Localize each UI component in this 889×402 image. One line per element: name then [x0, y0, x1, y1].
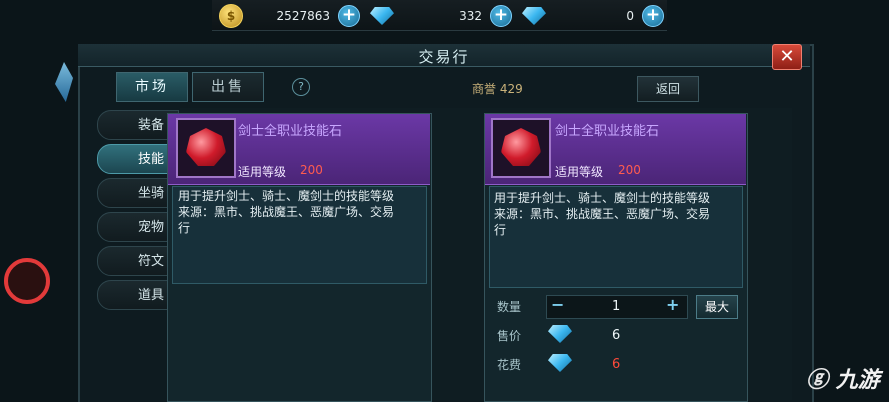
- description-line-2-left: 来源：黑市、挑战魔王、恶魔广场、交易: [178, 205, 395, 219]
- game-logo-icon[interactable]: [4, 258, 50, 304]
- max-quantity-button[interactable]: 最大: [696, 295, 738, 319]
- item-name-right: 剑士全职业技能石: [555, 124, 660, 139]
- window-titlebar: 交易行: [78, 44, 810, 67]
- item-name-left: 剑士全职业技能石: [238, 124, 343, 139]
- tab-sell[interactable]: 出售: [192, 72, 264, 102]
- description-line-1-left: 用于提升剑士、骑士、魔剑士的技能等级: [178, 189, 395, 203]
- level-label-right: 适用等级: [555, 165, 604, 179]
- level-label-left: 适用等级: [238, 165, 287, 179]
- gold-coin-icon: $: [219, 4, 243, 28]
- level-value-right: 200: [618, 163, 641, 177]
- quantity-label: 数量: [497, 300, 522, 314]
- reputation-value: 商誉 429: [472, 82, 523, 96]
- cost-label: 花费: [497, 358, 522, 372]
- skill-stone-icon: [176, 118, 236, 178]
- watermark-logo: ⓖ 九游: [806, 362, 880, 394]
- description-line-1-right: 用于提升剑士、骑士、魔剑士的技能等级: [494, 191, 711, 205]
- add-diamond-button[interactable]: +: [642, 5, 664, 27]
- price-value: 6: [612, 328, 621, 343]
- description-line-2-right: 来源：黑市、挑战魔王、恶魔广场、交易: [494, 207, 711, 221]
- tab-market[interactable]: 市场: [116, 72, 188, 102]
- description-line-3-right: 行: [494, 223, 507, 237]
- quantity-value[interactable]: 1: [612, 299, 620, 314]
- help-icon[interactable]: ?: [292, 78, 310, 96]
- price-label: 售价: [497, 329, 522, 343]
- return-button[interactable]: 返回: [637, 76, 699, 102]
- window-title: 交易行: [418, 48, 470, 66]
- watermark-text: 九游: [835, 368, 880, 393]
- add-bound-diamond-button[interactable]: +: [490, 5, 512, 27]
- skill-stone-icon: [491, 118, 551, 178]
- watermark-icon: ⓖ: [806, 368, 829, 393]
- quantity-minus-button[interactable]: −: [551, 295, 564, 314]
- level-value-left: 200: [300, 163, 323, 177]
- quantity-plus-button[interactable]: +: [666, 295, 679, 314]
- cost-value: 6: [612, 357, 621, 372]
- close-button[interactable]: ✕: [772, 44, 802, 70]
- gold-amount: 2527863: [276, 9, 330, 23]
- crystal-decoration-icon: [55, 62, 73, 102]
- diamond-amount: 0: [626, 9, 634, 23]
- add-gold-button[interactable]: +: [338, 5, 360, 27]
- description-line-3-left: 行: [178, 221, 191, 235]
- bound-diamond-amount: 332: [459, 9, 482, 23]
